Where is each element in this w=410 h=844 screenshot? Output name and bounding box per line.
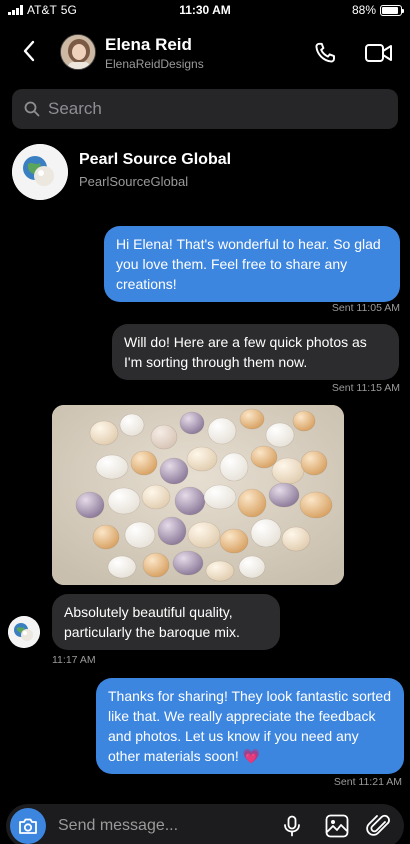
pearl	[157, 516, 187, 546]
pearl	[75, 491, 105, 519]
contact-handle: ElenaReidDesigns	[105, 57, 204, 71]
message-status: Sent 11:15 AM	[331, 382, 400, 394]
pearl	[250, 445, 278, 469]
message-bubble[interactable]: Thanks for sharing! They look fantastic …	[96, 678, 404, 774]
business-name: Pearl Source Global	[79, 151, 232, 168]
pearl	[186, 446, 218, 472]
message-input[interactable]: Send message...	[58, 817, 178, 835]
pearl	[141, 484, 171, 510]
business-avatar-small[interactable]	[8, 616, 40, 648]
image-icon	[325, 814, 349, 838]
pearl	[238, 555, 266, 579]
business-profile[interactable]: Pearl Source Global PearlSourceGlobal	[12, 144, 398, 200]
pearl	[205, 560, 235, 582]
message-composer: Send message...	[6, 804, 404, 844]
pearl	[130, 450, 158, 476]
pearl	[107, 487, 141, 515]
pearl	[203, 484, 237, 510]
contact-name[interactable]: Elena Reid	[105, 35, 192, 55]
pearl	[268, 482, 300, 508]
search-placeholder: Search	[48, 99, 102, 118]
pearl	[142, 552, 170, 578]
contact-avatar[interactable]	[60, 34, 96, 70]
back-icon	[23, 40, 35, 62]
message-bubble[interactable]: Will do! Here are a few quick photos as …	[112, 324, 399, 380]
pearl	[250, 518, 282, 548]
pearl	[107, 555, 137, 579]
microphone-button[interactable]	[280, 814, 304, 838]
pearl	[159, 457, 189, 485]
pearl	[237, 488, 267, 518]
camera-icon	[19, 818, 37, 834]
call-button[interactable]	[312, 40, 338, 66]
message-status: 11:17 AM	[52, 654, 96, 666]
pearl	[271, 457, 305, 485]
gallery-button[interactable]	[324, 813, 350, 839]
video-call-button[interactable]	[364, 40, 394, 66]
message-bubble[interactable]: Hi Elena! That's wonderful to hear. So g…	[104, 226, 400, 302]
phone-icon	[315, 42, 335, 63]
message-bubble[interactable]: Absolutely beautiful quality, particular…	[52, 594, 280, 650]
paperclip-icon	[366, 814, 390, 836]
pearl	[281, 526, 311, 552]
message-status: Sent 11:21 AM	[333, 776, 402, 788]
battery-icon	[380, 4, 404, 16]
pearl	[292, 410, 316, 432]
business-logo	[12, 144, 68, 200]
pearl	[119, 413, 145, 437]
pearl	[300, 450, 328, 476]
pearl	[174, 486, 206, 516]
search-bar[interactable]: Search	[12, 89, 398, 129]
search-icon	[24, 101, 40, 117]
pearl	[89, 420, 119, 446]
pearl	[265, 422, 295, 448]
pearl	[150, 424, 178, 450]
pearl	[219, 452, 249, 482]
pearl	[207, 417, 237, 445]
heart-emoji: 💗	[242, 748, 261, 764]
camera-button[interactable]	[10, 808, 46, 844]
shared-photo[interactable]	[52, 405, 344, 585]
battery-percent: 88%	[351, 3, 376, 17]
pearl	[299, 491, 333, 519]
microphone-icon	[284, 815, 300, 837]
status-bar: AT&T 5G 11:30 AM 88%	[0, 0, 410, 22]
business-handle: PearlSourceGlobal	[79, 174, 189, 189]
pearl	[124, 521, 156, 549]
clock: 11:30 AM	[179, 3, 231, 17]
pearl	[187, 521, 221, 549]
back-button[interactable]	[16, 38, 42, 64]
pearl	[92, 524, 120, 550]
pearl	[172, 550, 204, 576]
pearl	[95, 454, 129, 480]
attach-button[interactable]	[366, 813, 392, 839]
pearl	[219, 528, 249, 554]
video-camera-icon	[365, 44, 392, 62]
chat-header: Elena Reid ElenaReidDesigns	[0, 26, 410, 78]
message-status: Sent 11:05 AM	[331, 302, 400, 314]
pearl	[239, 408, 265, 430]
status-right: 88%	[351, 3, 404, 17]
pearl	[179, 411, 205, 435]
